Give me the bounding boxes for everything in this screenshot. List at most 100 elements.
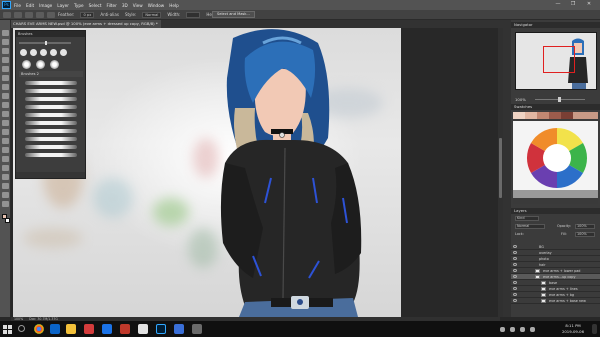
eye-icon[interactable] xyxy=(513,275,517,278)
menu-view[interactable]: View xyxy=(133,3,143,8)
tray-icon[interactable] xyxy=(520,327,525,332)
brush-stroke-preview[interactable] xyxy=(25,89,77,93)
brush-tip[interactable] xyxy=(30,49,37,56)
pen-tool-icon[interactable] xyxy=(2,156,9,162)
lasso-tool-icon[interactable] xyxy=(2,48,9,54)
app-icon[interactable] xyxy=(120,324,130,334)
antialias-checkbox[interactable]: Anti-alias xyxy=(100,12,119,17)
chrome-icon[interactable] xyxy=(34,324,44,334)
subtract-selection-icon[interactable] xyxy=(36,11,44,18)
style-select[interactable]: Normal xyxy=(142,11,162,18)
notification-icon[interactable] xyxy=(592,324,597,334)
close-window-button[interactable]: ✕ xyxy=(584,1,594,9)
scrollbar-thumb[interactable] xyxy=(499,138,502,198)
blur-tool-icon[interactable] xyxy=(2,138,9,144)
background-color-swatch[interactable] xyxy=(5,218,10,223)
network-icon[interactable] xyxy=(500,327,505,332)
new-selection-icon[interactable] xyxy=(14,11,22,18)
healing-brush-tool-icon[interactable] xyxy=(2,84,9,90)
quick-select-tool-icon[interactable] xyxy=(2,57,9,63)
photoshop-taskbar-icon[interactable] xyxy=(156,324,166,334)
dodge-tool-icon[interactable] xyxy=(2,147,9,153)
taskbar-clock[interactable]: 8:11 PM 2019-09-06 xyxy=(556,323,590,334)
eraser-tool-icon[interactable] xyxy=(2,120,9,126)
brush-tip[interactable] xyxy=(60,49,67,56)
navigator-zoom-slider[interactable] xyxy=(535,97,585,102)
brush-stroke-preview[interactable] xyxy=(25,129,77,133)
history-brush-tool-icon[interactable] xyxy=(2,111,9,117)
navigator-panel-title[interactable]: Navigator xyxy=(511,22,600,28)
menu-help[interactable]: Help xyxy=(169,3,179,8)
brush-stroke-preview[interactable] xyxy=(25,137,77,141)
shape-tool-icon[interactable] xyxy=(2,183,9,189)
brush-folder[interactable]: Brushes 2 xyxy=(19,71,83,77)
restore-button[interactable]: ❐ xyxy=(568,1,578,9)
crop-tool-icon[interactable] xyxy=(2,66,9,72)
fill-input[interactable]: 100% xyxy=(575,232,595,237)
zoom-tool-icon[interactable] xyxy=(2,201,9,207)
eye-icon[interactable] xyxy=(513,257,517,260)
menu-filter[interactable]: Filter xyxy=(106,3,116,8)
file-explorer-icon[interactable] xyxy=(66,324,76,334)
marquee-tool-icon[interactable] xyxy=(2,39,9,45)
minimize-button[interactable]: — xyxy=(553,1,563,9)
menu-file[interactable]: File xyxy=(14,3,21,8)
layer-filter-select[interactable]: Kind xyxy=(515,216,539,221)
eye-icon[interactable] xyxy=(513,245,517,248)
menu-type[interactable]: Type xyxy=(74,3,84,8)
eye-icon[interactable] xyxy=(513,299,517,302)
brush-stroke-preview[interactable] xyxy=(25,145,77,149)
navigator-preview[interactable] xyxy=(515,32,597,90)
select-and-mask-button[interactable]: Select and Mask... xyxy=(212,11,255,18)
add-selection-icon[interactable] xyxy=(25,11,33,18)
edge-icon[interactable] xyxy=(50,324,60,334)
eye-icon[interactable] xyxy=(513,287,517,290)
layers-panel-title[interactable]: Layers xyxy=(511,208,600,214)
brush-stroke-preview[interactable] xyxy=(25,153,77,157)
brush-stroke-preview[interactable] xyxy=(25,113,77,117)
menu-layer[interactable]: Layer xyxy=(57,3,69,8)
app-icon[interactable] xyxy=(84,324,94,334)
opacity-input[interactable]: 100% xyxy=(575,224,595,229)
tray-icon[interactable] xyxy=(530,327,535,332)
menu-image[interactable]: Image xyxy=(39,3,52,8)
layer-list[interactable]: BG overlay photo hair eve arms + lower p… xyxy=(511,244,600,312)
eye-icon[interactable] xyxy=(513,281,517,284)
app-icon[interactable] xyxy=(138,324,148,334)
intersect-selection-icon[interactable] xyxy=(47,11,55,18)
blend-mode-select[interactable]: Normal xyxy=(515,224,545,229)
brushes-panel[interactable]: Brushes Brushes 2 xyxy=(15,30,86,179)
eye-icon[interactable] xyxy=(513,293,517,296)
brush-stroke-preview[interactable] xyxy=(25,121,77,125)
brush-tool-icon[interactable] xyxy=(2,93,9,99)
brush-tip[interactable] xyxy=(50,60,59,69)
menu-select[interactable]: Select xyxy=(89,3,102,8)
brush-tip[interactable] xyxy=(50,49,57,56)
feather-input[interactable]: 0 px xyxy=(80,11,95,18)
eye-icon[interactable] xyxy=(513,251,517,254)
gradient-tool-icon[interactable] xyxy=(2,129,9,135)
brush-tip[interactable] xyxy=(22,60,31,69)
hand-tool-icon[interactable] xyxy=(2,192,9,198)
swatches-grid[interactable] xyxy=(513,112,598,204)
photoshop-logo[interactable]: Ps xyxy=(2,1,11,9)
eye-icon[interactable] xyxy=(513,269,517,272)
layer-row[interactable]: eve arms + base new xyxy=(511,298,600,304)
brush-tip[interactable] xyxy=(36,60,45,69)
swatches-panel-title[interactable]: Swatches xyxy=(511,104,600,110)
brush-stroke-preview[interactable] xyxy=(25,81,77,85)
brush-tip[interactable] xyxy=(20,49,27,56)
path-select-tool-icon[interactable] xyxy=(2,174,9,180)
app-icon[interactable] xyxy=(192,324,202,334)
search-icon[interactable] xyxy=(18,325,25,332)
menu-3d[interactable]: 3D xyxy=(122,3,128,8)
type-tool-icon[interactable] xyxy=(2,165,9,171)
eyedropper-tool-icon[interactable] xyxy=(2,75,9,81)
app-icon[interactable] xyxy=(174,324,184,334)
marquee-tool-preset-icon[interactable] xyxy=(3,11,11,18)
menu-window[interactable]: Window xyxy=(148,3,165,8)
start-button[interactable] xyxy=(3,325,12,334)
navigator-zoom-value[interactable]: 100% xyxy=(515,97,526,102)
document-tab[interactable]: CHARS EVE ARMS NEW.psd @ 100% (eve arms … xyxy=(10,20,161,28)
brush-stroke-preview[interactable] xyxy=(25,105,77,109)
